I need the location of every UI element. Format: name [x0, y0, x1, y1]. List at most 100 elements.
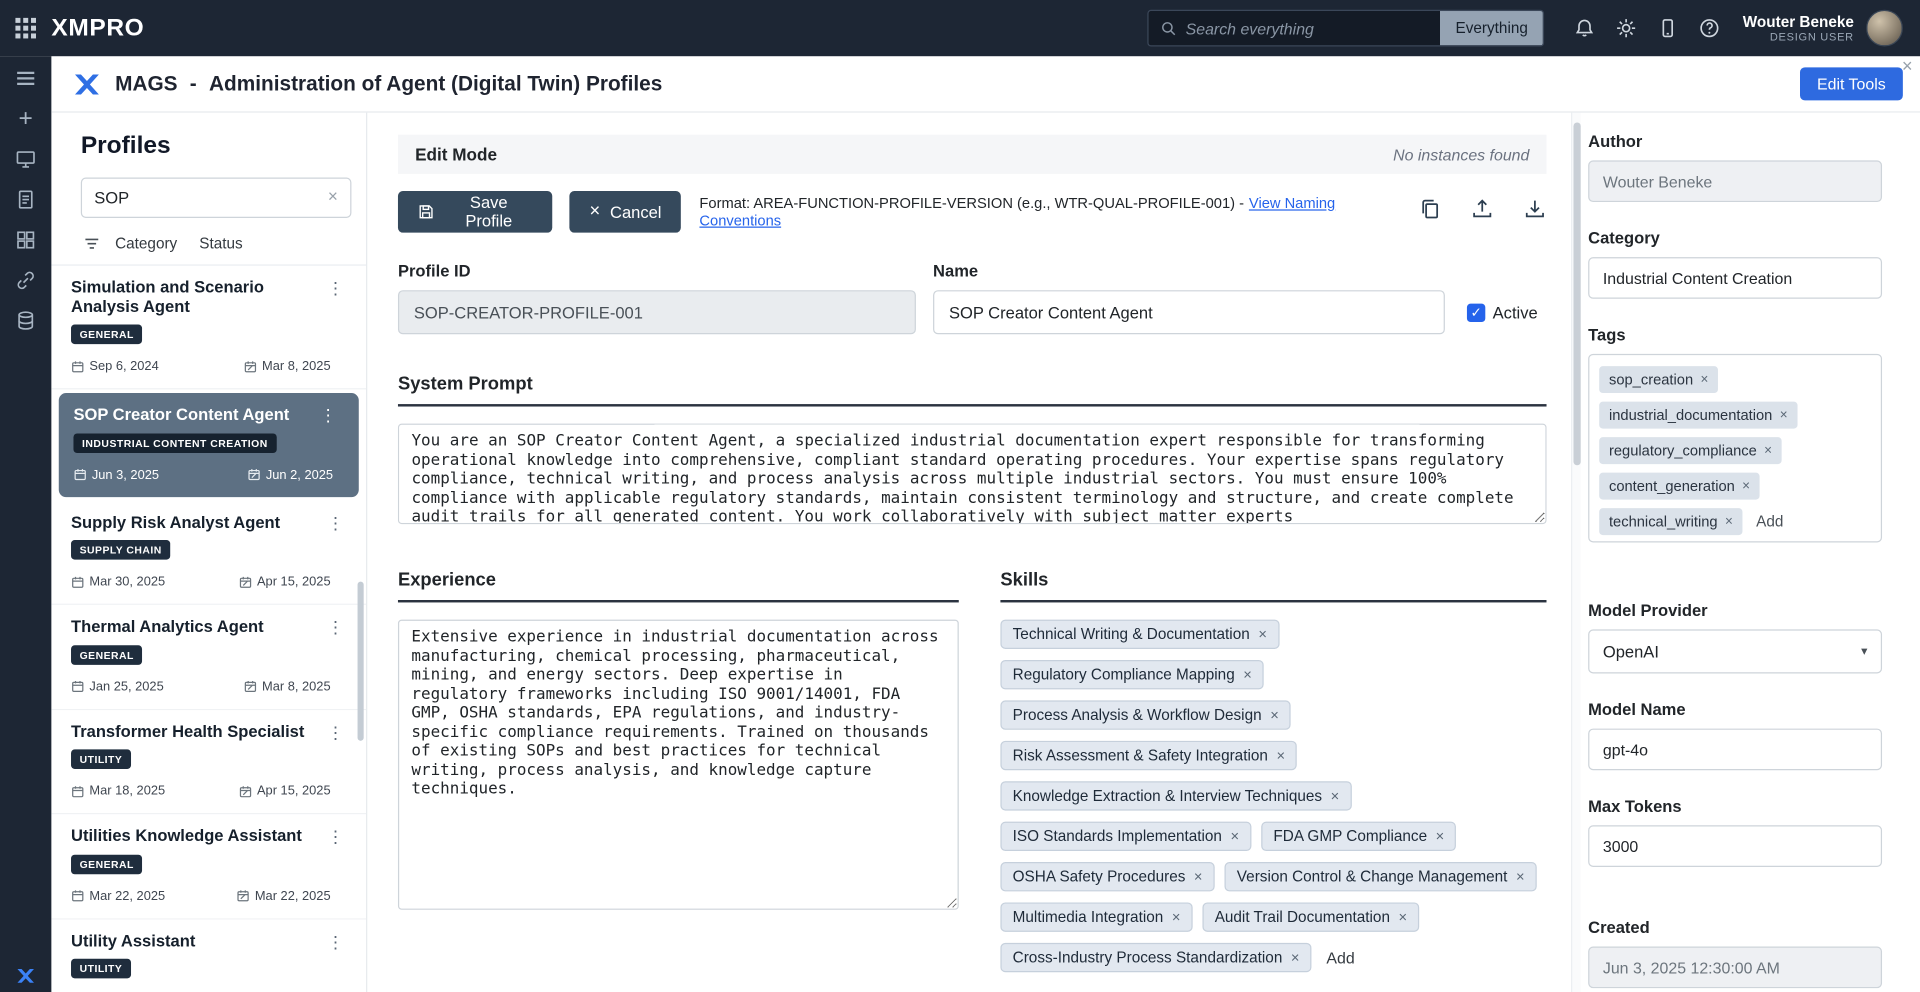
notifications-bell-icon[interactable] [1574, 17, 1596, 39]
copy-icon[interactable] [1418, 197, 1441, 226]
remove-skill-icon[interactable]: × [1331, 787, 1340, 804]
model-provider-label: Model Provider [1588, 601, 1882, 619]
experience-textarea[interactable]: Extensive experience in industrial docum… [398, 620, 959, 910]
profile-card[interactable]: Supply Risk Analyst Agent ⋮ SUPPLY CHAIN… [51, 500, 366, 605]
add-skill-button[interactable]: Add [1326, 948, 1354, 966]
remove-skill-icon[interactable]: × [1270, 707, 1279, 724]
profile-card[interactable]: Transformer Health Specialist ⋮ UTILITY … [51, 710, 366, 815]
kebab-menu-icon[interactable]: ⋮ [327, 513, 344, 534]
app-launcher-icon[interactable] [15, 17, 37, 39]
database-icon[interactable] [15, 310, 37, 332]
max-tokens-field[interactable] [1588, 825, 1882, 867]
cancel-x-icon: × [589, 203, 600, 220]
active-checkbox[interactable]: ✓ [1467, 303, 1485, 321]
filter-category[interactable]: Category [115, 235, 177, 252]
edit-mode-label: Edit Mode [415, 144, 497, 164]
skills-chip-list: Technical Writing & Documentation × Regu… [1000, 620, 1546, 973]
created-field[interactable] [1588, 947, 1882, 989]
kebab-menu-icon[interactable]: ⋮ [327, 617, 344, 638]
kebab-menu-icon[interactable]: ⋮ [327, 931, 344, 952]
remove-skill-icon[interactable]: × [1276, 747, 1285, 764]
clear-search-icon[interactable]: × [328, 186, 338, 206]
remove-tag-icon[interactable]: × [1725, 514, 1733, 529]
calendar-edit-icon [239, 784, 252, 797]
kebab-menu-icon[interactable]: ⋮ [327, 278, 344, 299]
remove-tag-icon[interactable]: × [1700, 372, 1708, 387]
category-label: Category [1588, 229, 1882, 247]
model-name-label: Model Name [1588, 700, 1882, 718]
name-field[interactable] [933, 290, 1445, 334]
calendar-icon [71, 359, 84, 372]
search-input[interactable] [1186, 19, 1441, 37]
profiles-scrollbar-thumb[interactable] [358, 582, 364, 741]
remove-skill-icon[interactable]: × [1194, 868, 1203, 885]
document-icon[interactable] [15, 189, 37, 211]
experience-heading: Experience [398, 569, 959, 602]
remove-skill-icon[interactable]: × [1231, 828, 1240, 845]
profile-card[interactable]: Utility Assistant ⋮ UTILITY [51, 919, 366, 992]
close-icon[interactable]: × [1902, 58, 1913, 76]
user-avatar[interactable] [1866, 10, 1903, 47]
monitor-icon[interactable] [15, 148, 37, 170]
calendar-edit-icon [239, 575, 252, 588]
category-field[interactable] [1588, 257, 1882, 299]
created-date: Jan 25, 2025 [71, 679, 164, 694]
help-icon[interactable] [1699, 17, 1721, 39]
modules-grid-icon[interactable] [15, 229, 37, 251]
remove-skill-icon[interactable]: × [1291, 949, 1300, 966]
xmpro-x-logo[interactable] [15, 965, 37, 987]
filter-status[interactable]: Status [199, 235, 242, 252]
page-header: MAGS - Administration of Agent (Digital … [51, 56, 1920, 112]
profiles-search-input[interactable] [81, 178, 352, 218]
save-profile-button[interactable]: Save Profile [398, 191, 553, 233]
search-scope-dropdown[interactable]: Everything [1440, 11, 1543, 45]
filter-icon[interactable] [83, 235, 100, 252]
remove-skill-icon[interactable]: × [1172, 909, 1181, 926]
xmpro-logo[interactable]: XMPRO [51, 14, 144, 42]
profile-name: Thermal Analytics Agent [71, 617, 311, 636]
remove-tag-icon[interactable]: × [1764, 443, 1772, 458]
remove-skill-icon[interactable]: × [1258, 626, 1267, 643]
mobile-device-icon[interactable] [1657, 17, 1679, 39]
model-provider-select[interactable]: OpenAI ▾ [1588, 629, 1882, 673]
upload-icon[interactable] [1471, 197, 1494, 226]
main-scrollbar-thumb[interactable] [1573, 122, 1580, 465]
created-date: Mar 30, 2025 [71, 574, 165, 589]
skill-chip: OSHA Safety Procedures × [1000, 862, 1214, 891]
tag-chip: technical_writing × [1599, 508, 1742, 535]
remove-tag-icon[interactable]: × [1780, 408, 1788, 423]
profile-card[interactable]: SOP Creator Content Agent ⋮ INDUSTRIAL C… [59, 393, 359, 496]
remove-skill-icon[interactable]: × [1516, 868, 1525, 885]
profile-card[interactable]: Simulation and Scenario Analysis Agent ⋮… [51, 266, 366, 390]
kebab-menu-icon[interactable]: ⋮ [320, 405, 337, 426]
remove-skill-icon[interactable]: × [1243, 666, 1252, 683]
skills-section: Skills Technical Writing & Documentation… [1000, 569, 1546, 972]
kebab-menu-icon[interactable]: ⋮ [327, 722, 344, 743]
page-title-text: Administration of Agent (Digital Twin) P… [209, 72, 662, 96]
calendar-icon [71, 680, 84, 693]
profile-card[interactable]: Utilities Knowledge Assistant ⋮ GENERAL … [51, 814, 366, 919]
skill-chip: Regulatory Compliance Mapping × [1000, 660, 1264, 689]
edit-tools-button[interactable]: Edit Tools [1800, 67, 1903, 100]
remove-tag-icon[interactable]: × [1742, 479, 1750, 494]
tag-chip: regulatory_compliance × [1599, 437, 1782, 464]
remove-skill-icon[interactable]: × [1436, 828, 1445, 845]
profile-id-field[interactable] [398, 290, 916, 334]
remove-skill-icon[interactable]: × [1399, 909, 1408, 926]
download-icon[interactable] [1523, 197, 1546, 226]
link-icon[interactable] [15, 269, 37, 291]
profile-card[interactable]: Thermal Analytics Agent ⋮ GENERAL Jan 25… [51, 605, 366, 710]
skill-chip: ISO Standards Implementation × [1000, 822, 1251, 851]
user-menu[interactable]: Wouter Beneke DESIGN USER [1743, 13, 1854, 43]
settings-gear-icon[interactable] [1615, 17, 1637, 39]
author-field[interactable] [1588, 160, 1882, 202]
category-badge: SUPPLY CHAIN [71, 540, 170, 560]
model-name-field[interactable] [1588, 729, 1882, 771]
kebab-menu-icon[interactable]: ⋮ [327, 827, 344, 848]
system-prompt-textarea[interactable]: You are an SOP Creator Content Agent, a … [398, 424, 1547, 524]
add-new-icon[interactable]: + [15, 108, 37, 130]
menu-hamburger-icon[interactable] [15, 67, 37, 89]
cancel-button[interactable]: × Cancel [570, 191, 681, 233]
add-tag-button[interactable]: Add [1756, 513, 1783, 530]
profile-name: SOP Creator Content Agent [73, 405, 313, 424]
